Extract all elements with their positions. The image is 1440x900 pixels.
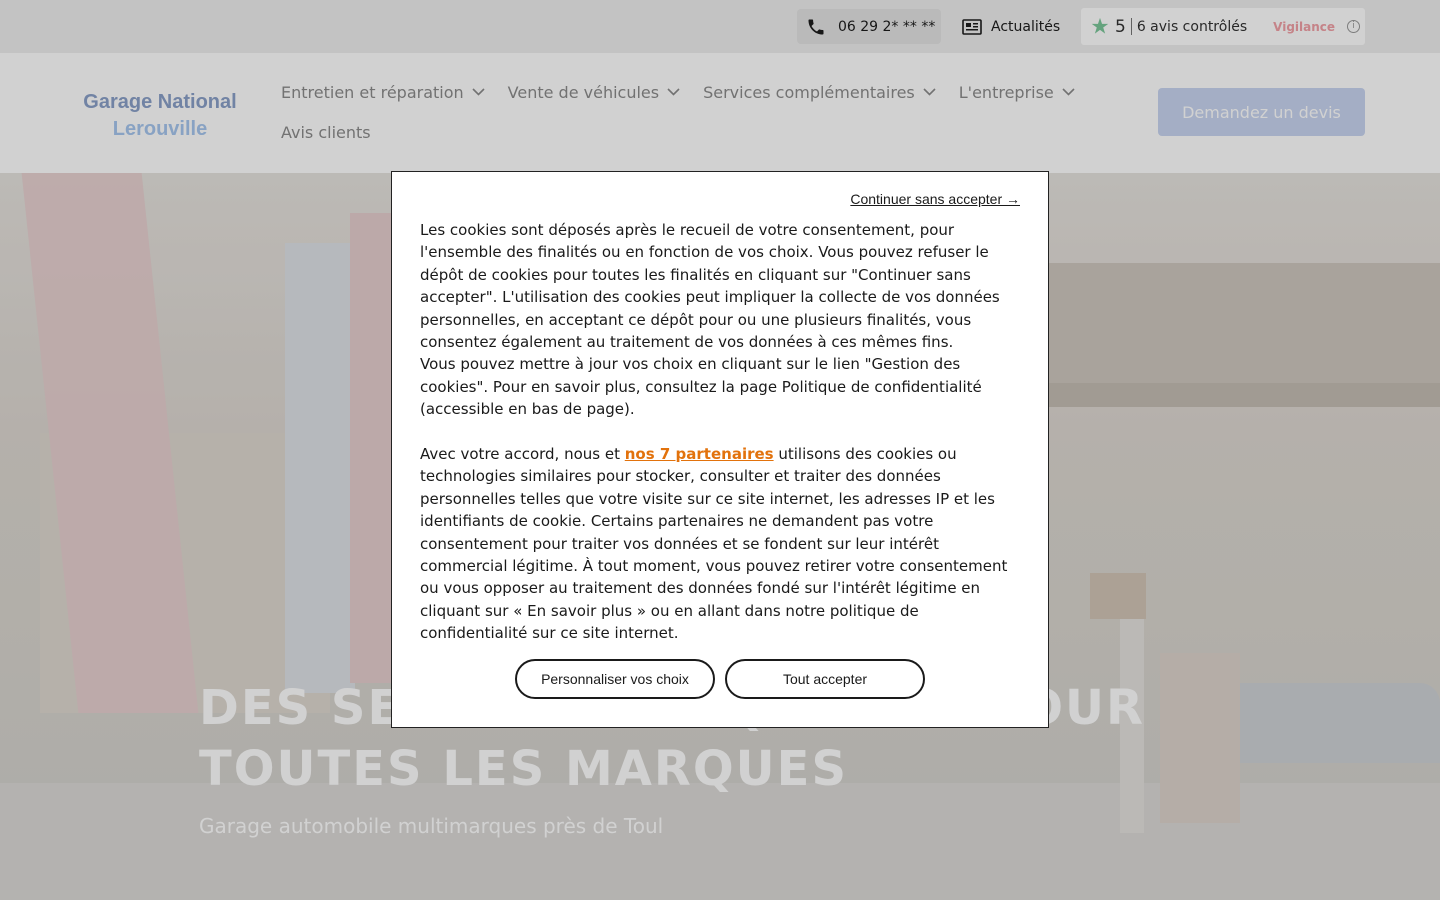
- cookie-text: Les cookies sont déposés après le recuei…: [420, 219, 1020, 645]
- accept-all-button[interactable]: Tout accepter: [725, 659, 925, 699]
- partners-text: utilisons des cookies ou technologies si…: [420, 445, 1008, 643]
- continue-without-accepting-link[interactable]: Continuer sans accepter →: [850, 191, 1020, 207]
- cookie-paragraph: Vous pouvez mettre à jour vos choix en c…: [420, 355, 982, 419]
- cookie-paragraph: Les cookies sont déposés après le recuei…: [420, 221, 1000, 352]
- cookie-buttons: Personnaliser vos choix Tout accepter: [515, 659, 925, 699]
- customize-choices-button[interactable]: Personnaliser vos choix: [515, 659, 715, 699]
- partners-link[interactable]: nos 7 partenaires: [625, 445, 774, 463]
- cookie-paragraph-partners: Avec votre accord, nous et nos 7 partena…: [420, 443, 1020, 645]
- cookie-consent-dialog: Continuer sans accepter → Les cookies so…: [391, 171, 1049, 728]
- partners-intro: Avec votre accord, nous et: [420, 445, 625, 464]
